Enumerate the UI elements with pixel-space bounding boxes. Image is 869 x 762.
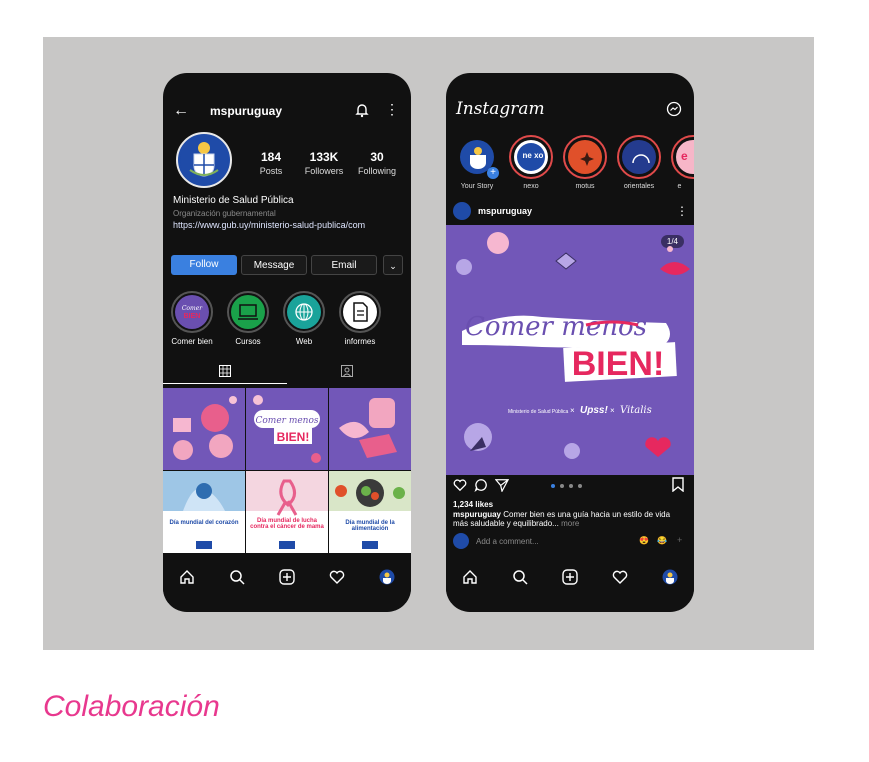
partner-msp: Ministerio de Salud Pública	[508, 409, 569, 415]
profile-avatar-icon[interactable]	[379, 569, 395, 585]
post-caption: mspuruguay Comer bien es una guía hacia …	[453, 510, 687, 528]
save-bookmark-icon[interactable]	[672, 477, 684, 492]
highlight-cursos[interactable]	[227, 291, 269, 333]
tile-title: Día mundial del corazón	[169, 520, 239, 526]
add-story-icon[interactable]: +	[487, 167, 499, 179]
profile-name: Ministerio de Salud Pública	[173, 195, 294, 206]
home-icon[interactable]	[179, 569, 195, 585]
svg-text:Comer: Comer	[182, 305, 203, 312]
story-nexo[interactable]: ne xo	[509, 135, 553, 179]
followers-count[interactable]: 133K	[294, 150, 354, 164]
post-image[interactable]: 1/4 Comer menos BIEN! Ministerio de Salu…	[446, 225, 694, 475]
bell-icon[interactable]	[353, 101, 371, 119]
svg-text:BIEN: BIEN	[184, 313, 201, 320]
highlight-comer-bien[interactable]: Comer BIEN	[171, 291, 213, 333]
highlight-label: Web	[295, 337, 313, 346]
likes-count[interactable]: 1,234 likes	[453, 500, 493, 509]
profile-avatar[interactable]	[176, 132, 232, 188]
post-title-line1: Comer menos	[465, 312, 647, 342]
create-post-icon[interactable]	[279, 569, 295, 585]
add-comment-input[interactable]: Add a comment...	[476, 537, 539, 546]
story-partial-logo: e	[681, 149, 688, 163]
share-icon[interactable]	[495, 478, 509, 492]
following-label: Following	[357, 166, 397, 176]
reaction-laugh[interactable]: 😂	[657, 536, 667, 545]
feed-phone: Instagram + ne xo e Your Story nexo motu…	[446, 73, 694, 612]
instagram-logo: Instagram	[456, 99, 545, 119]
post-tile[interactable]	[246, 471, 328, 553]
search-icon[interactable]	[229, 569, 245, 585]
caption-username[interactable]: mspuruguay	[453, 510, 501, 519]
search-icon[interactable]	[512, 569, 528, 585]
profile-link[interactable]: https://www.gub.uy/ministerio-salud-publ…	[173, 220, 365, 230]
highlight-label: informes	[344, 337, 376, 346]
profile-avatar-icon[interactable]	[662, 569, 678, 585]
follow-button[interactable]: Follow	[171, 255, 237, 275]
activity-heart-icon[interactable]	[612, 569, 628, 585]
posts-label: Posts	[259, 166, 283, 176]
partner-vitalis: Vitalis	[620, 405, 652, 416]
post-tile[interactable]	[329, 471, 411, 553]
svg-text:Comer menos: Comer menos	[255, 416, 318, 426]
tile-title: Día mundial de lucha contra el cáncer de…	[250, 518, 324, 530]
create-post-icon[interactable]	[562, 569, 578, 585]
highlight-label: Comer bien	[171, 337, 213, 346]
story-motus[interactable]	[563, 135, 607, 179]
comment-icon[interactable]	[474, 478, 488, 492]
back-arrow-icon[interactable]: ←	[173, 102, 189, 120]
commenter-avatar	[453, 533, 469, 549]
story-label: orientales	[623, 183, 655, 190]
posts-count[interactable]: 184	[241, 150, 301, 164]
partner-separator: ×	[570, 406, 575, 415]
story-label: nexo	[523, 183, 539, 190]
bottom-nav	[446, 553, 694, 603]
post-tile[interactable]: Comer menos BIEN!	[246, 388, 328, 470]
home-icon[interactable]	[462, 569, 478, 585]
tagged-tab-icon[interactable]	[341, 365, 353, 377]
background-panel	[43, 37, 814, 650]
story-partial[interactable]: e	[671, 135, 694, 179]
partner-separator: ×	[610, 406, 615, 415]
svg-text:BIEN!: BIEN!	[277, 430, 310, 444]
bottom-nav	[163, 553, 411, 603]
tile-title: Día mundial de la alimentación	[345, 520, 395, 532]
highlight-label: Cursos	[235, 337, 261, 346]
email-button[interactable]: Email	[311, 255, 377, 275]
following-count[interactable]: 30	[347, 150, 407, 164]
add-reaction-icon[interactable]: +	[677, 535, 682, 545]
profile-category: Organización gubernamental	[173, 209, 276, 218]
story-label: motus	[575, 183, 595, 190]
post-tile[interactable]	[163, 471, 245, 553]
like-heart-icon[interactable]	[453, 478, 467, 492]
messenger-icon[interactable]	[666, 101, 682, 117]
page-caption: Colaboración	[43, 690, 220, 723]
post-author-avatar[interactable]	[453, 202, 471, 220]
story-orientales[interactable]	[617, 135, 661, 179]
profile-phone: ← mspuruguay ⋮ 184 Posts 133K Followers …	[163, 73, 411, 612]
followers-label: Followers	[304, 166, 344, 176]
activity-heart-icon[interactable]	[329, 569, 345, 585]
partner-upss: Upss!	[580, 405, 608, 416]
highlight-informes[interactable]	[339, 291, 381, 333]
story-nexo-logo: ne xo	[522, 151, 544, 160]
post-author-username[interactable]: mspuruguay	[478, 206, 532, 216]
active-tab-indicator	[163, 383, 287, 384]
caption-more-link[interactable]: more	[561, 519, 579, 528]
highlight-web[interactable]	[283, 291, 325, 333]
profile-username: mspuruguay	[210, 104, 283, 118]
story-your-story[interactable]: +	[455, 135, 499, 179]
post-title-line2: BIEN!	[572, 345, 665, 383]
story-label: Your Story	[460, 183, 494, 190]
carousel-dots	[551, 484, 582, 488]
more-options-icon[interactable]: ⋮	[385, 101, 399, 118]
story-label: e	[677, 183, 682, 190]
post-more-icon[interactable]: ⋮	[676, 204, 688, 218]
post-tile[interactable]	[163, 388, 245, 470]
grid-tab-icon[interactable]	[219, 365, 231, 377]
message-button[interactable]: Message	[241, 255, 307, 275]
reaction-heart-eyes[interactable]: 😍	[639, 536, 649, 545]
post-tile[interactable]	[329, 388, 411, 470]
suggestions-chevron-icon[interactable]: ⌄	[383, 255, 403, 275]
